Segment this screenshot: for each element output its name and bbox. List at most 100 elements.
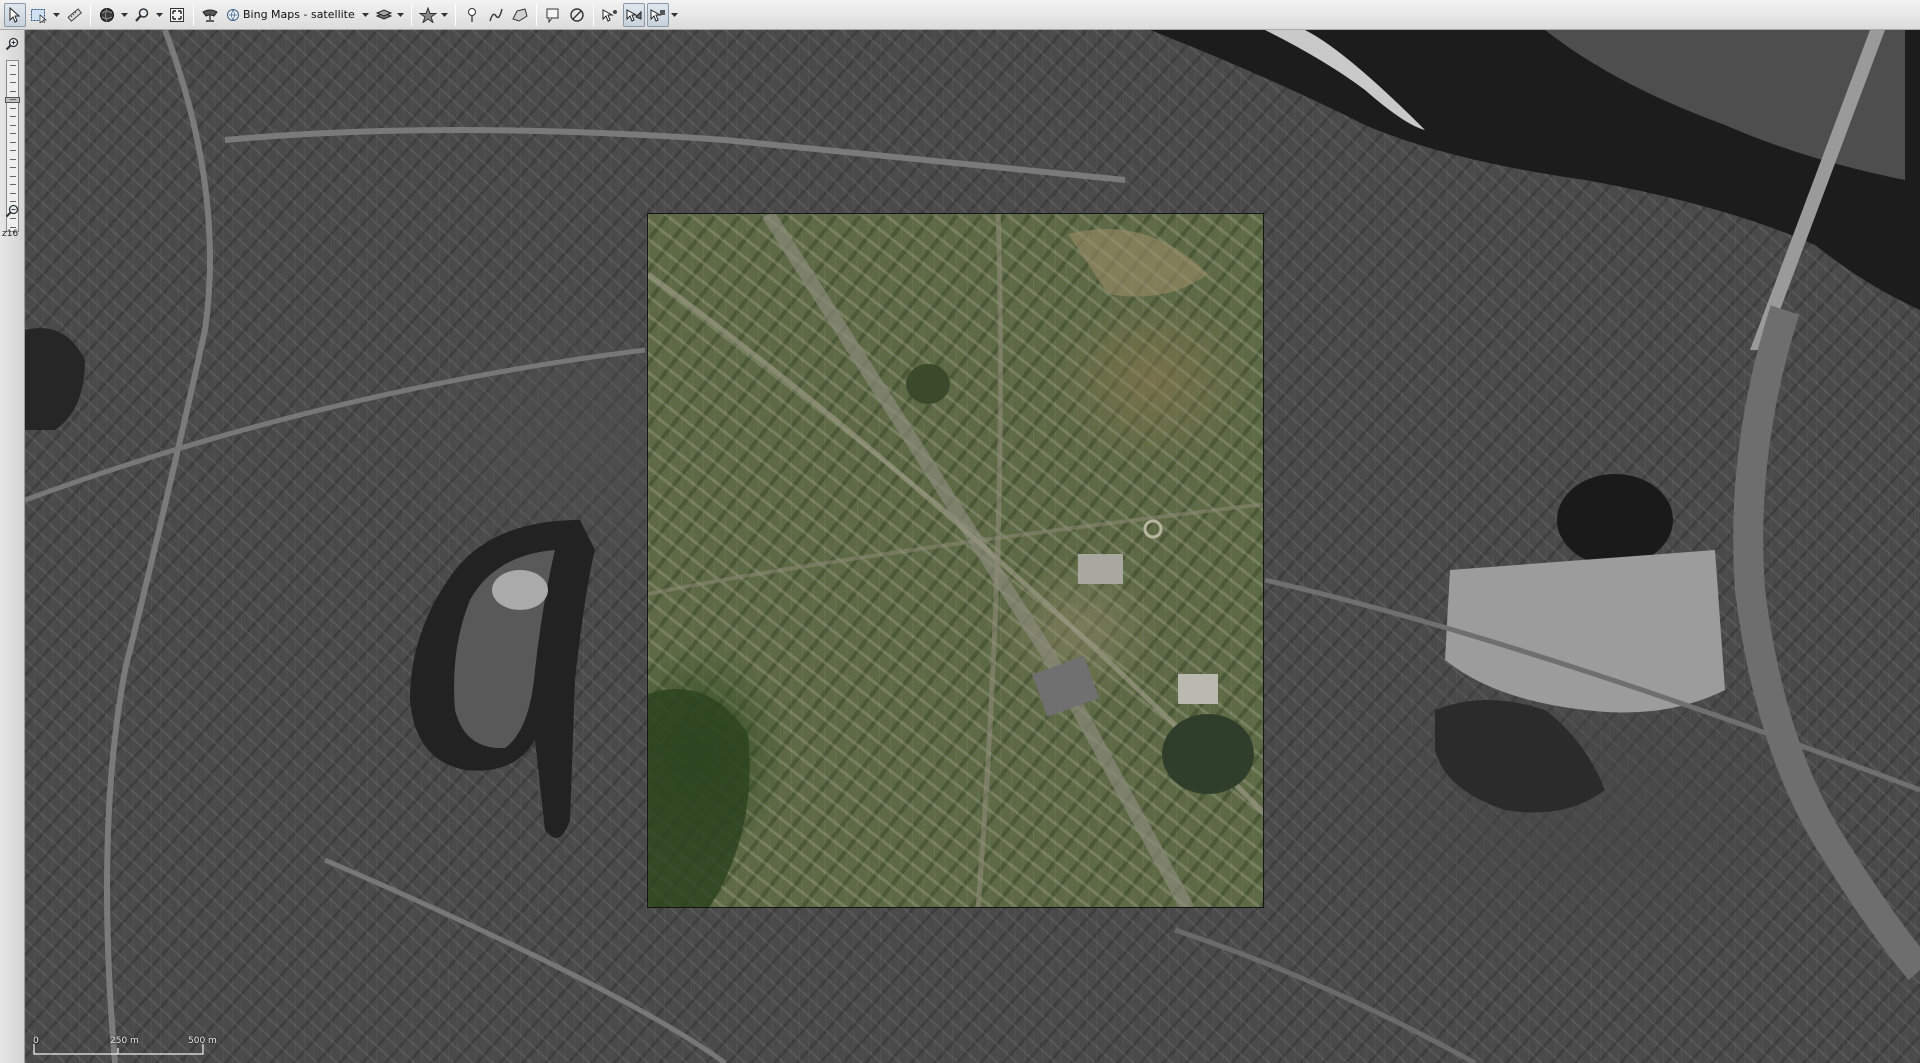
toolbar-separator xyxy=(193,3,194,26)
zoom-slider-tick xyxy=(10,150,16,152)
globe-tool-button[interactable] xyxy=(96,3,118,27)
zoom-in-button[interactable] xyxy=(4,36,20,52)
bare-ground xyxy=(1068,229,1208,297)
zoom-out-button[interactable] xyxy=(4,203,20,219)
toolbar-separator xyxy=(535,3,537,26)
warehouse xyxy=(1032,655,1100,717)
lake-right xyxy=(1557,474,1673,566)
ruler-icon xyxy=(67,7,82,22)
edit-shapes-icon xyxy=(626,8,642,22)
placemark-button[interactable] xyxy=(461,3,483,27)
zoom-level-label: z16 xyxy=(2,229,19,239)
bing-globe-icon xyxy=(227,8,239,21)
zoom-slider-tick xyxy=(10,73,16,75)
scale-label-0: 0 xyxy=(33,1036,39,1046)
map-source-selector[interactable]: Bing Maps - satellite xyxy=(223,3,360,27)
zoom-slider-tick xyxy=(10,65,16,66)
aoi-imagery xyxy=(648,214,1263,907)
search-tool-button[interactable] xyxy=(131,3,153,27)
satellite-dish-icon xyxy=(202,9,218,22)
chevron-down-icon xyxy=(52,12,60,17)
forest-left xyxy=(25,328,85,430)
chevron-down-icon xyxy=(155,12,163,17)
fullscreen-icon xyxy=(170,7,184,22)
building xyxy=(1178,674,1218,704)
edit-points-icon xyxy=(602,8,617,22)
map-source-label: Bing Maps - satellite xyxy=(243,8,355,21)
toolbar-separator xyxy=(90,3,91,26)
globe-dropdown[interactable] xyxy=(120,3,128,27)
chevron-down-icon xyxy=(671,12,679,17)
zoom-slider-tick xyxy=(10,82,16,84)
annotation-button[interactable] xyxy=(542,3,564,27)
zoom-slider-tick xyxy=(10,167,16,169)
selection-box-icon xyxy=(31,8,47,23)
area-of-interest[interactable] xyxy=(647,213,1264,908)
zoom-panel: z16 xyxy=(0,30,25,1063)
edit-dropdown[interactable] xyxy=(671,3,679,27)
prohibit-button[interactable] xyxy=(566,3,588,27)
map-viewport[interactable]: 0 250 m 500 m xyxy=(25,30,1920,1063)
scale-label-500: 500 m xyxy=(188,1036,217,1046)
pond-right xyxy=(1435,700,1605,813)
zoom-slider-tick xyxy=(10,192,16,194)
main-toolbar: Bing Maps - satellite xyxy=(0,0,1920,30)
path-button[interactable] xyxy=(485,3,507,27)
select-tool-button[interactable] xyxy=(4,2,26,27)
layers-dropdown[interactable] xyxy=(397,3,405,27)
road xyxy=(224,127,1126,183)
zoom-in-icon xyxy=(5,37,19,51)
map-source-dropdown[interactable] xyxy=(362,3,370,27)
measure-tool-button[interactable] xyxy=(63,3,85,27)
scale-label-250: 250 m xyxy=(110,1036,139,1046)
zoom-slider-tick xyxy=(10,158,16,160)
edit-vertices-icon xyxy=(650,8,665,22)
chevron-down-icon xyxy=(362,12,370,17)
forest xyxy=(648,689,750,907)
toolbar-separator xyxy=(592,3,594,26)
star-icon xyxy=(418,6,437,23)
layers-button[interactable] xyxy=(373,3,395,27)
selection-box-button[interactable] xyxy=(28,3,50,27)
zoom-slider-tick xyxy=(10,133,16,135)
chevron-down-icon xyxy=(397,12,405,17)
edit-vertices-button[interactable] xyxy=(646,2,669,27)
zoom-slider-tick xyxy=(10,99,16,101)
toolbar-separator xyxy=(454,3,456,26)
lake xyxy=(1162,714,1254,794)
path-icon xyxy=(489,8,503,21)
search-dropdown[interactable] xyxy=(155,3,163,27)
scale-bar: 0 250 m 500 m xyxy=(33,1024,273,1060)
highway xyxy=(1733,305,1920,980)
edit-points-button[interactable] xyxy=(599,3,621,27)
road xyxy=(25,347,646,503)
zoom-out-icon xyxy=(5,204,19,218)
note-icon xyxy=(546,8,559,23)
zoom-slider-tick xyxy=(10,107,16,109)
roundabout xyxy=(1143,519,1163,539)
building xyxy=(1078,554,1123,584)
polygon-icon xyxy=(512,7,528,22)
edit-shapes-button[interactable] xyxy=(622,2,645,27)
chevron-down-icon xyxy=(120,12,128,17)
full-extent-button[interactable] xyxy=(166,3,188,27)
pin-icon xyxy=(467,7,476,22)
zoom-slider-tick xyxy=(10,141,16,143)
zoom-slider-tick xyxy=(10,184,16,186)
zoom-slider-tick xyxy=(10,227,16,228)
selection-dropdown[interactable] xyxy=(52,3,60,27)
zoom-slider-tick xyxy=(10,116,16,118)
zoom-slider-tick xyxy=(10,175,16,177)
prohibit-icon xyxy=(570,7,584,22)
zoom-slider-tick xyxy=(10,90,16,92)
polygon-button[interactable] xyxy=(509,3,531,27)
globe-icon xyxy=(100,7,114,22)
road xyxy=(104,30,213,1063)
favorites-button[interactable] xyxy=(417,3,439,27)
favorites-dropdown[interactable] xyxy=(441,3,449,27)
map-source-button[interactable] xyxy=(199,3,221,27)
stadium xyxy=(492,570,548,610)
quarry xyxy=(1445,550,1725,713)
toolbar-separator xyxy=(410,3,412,26)
zoom-slider-tick xyxy=(10,124,16,126)
